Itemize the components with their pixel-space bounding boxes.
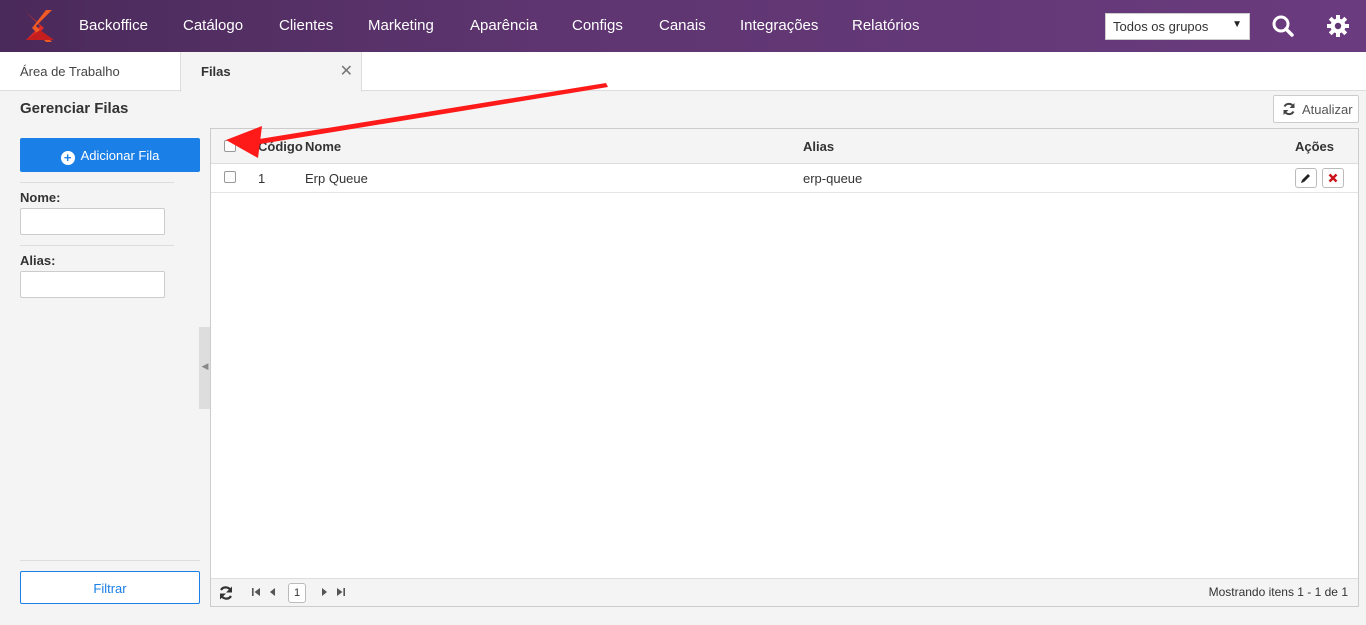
add-queue-label: Adicionar Fila (80, 148, 160, 163)
search-icon[interactable] (1270, 13, 1296, 39)
row-checkbox[interactable] (224, 171, 236, 183)
nav-backoffice[interactable]: Backoffice (79, 17, 148, 34)
nav-configs[interactable]: Configs (572, 17, 623, 34)
nav-clientes[interactable]: Clientes (279, 17, 333, 34)
column-acoes: Ações (1295, 139, 1335, 154)
filter-button[interactable]: Filtrar (20, 571, 200, 604)
refresh-icon (1283, 102, 1295, 116)
select-all-checkbox[interactable] (224, 140, 236, 152)
caret-down-icon: ▼ (1232, 19, 1242, 30)
gear-icon[interactable] (1325, 13, 1351, 39)
tab-filas[interactable]: Filas ✕ (180, 52, 362, 92)
nav-canais[interactable]: Canais (659, 17, 706, 34)
column-nome[interactable]: Nome (305, 139, 341, 154)
column-codigo[interactable]: Código (258, 139, 303, 154)
nav-marketing[interactable]: Marketing (368, 17, 434, 34)
close-icon[interactable]: ✕ (340, 61, 353, 81)
grid-footer: 1 Mostrando itens 1 - 1 de 1 (211, 578, 1358, 606)
cell-alias: erp-queue (803, 171, 863, 186)
last-page-icon[interactable] (336, 587, 345, 597)
pencil-icon (1301, 174, 1310, 183)
divider (20, 560, 200, 561)
group-select-value: Todos os grupos (1113, 19, 1209, 34)
cell-codigo: 1 (258, 171, 266, 186)
page-title: Gerenciar Filas (20, 100, 129, 117)
nav-aparencia[interactable]: Aparência (470, 17, 538, 34)
nav-relatorios[interactable]: Relatórios (852, 17, 920, 34)
group-select[interactable]: Todos os grupos ▼ (1105, 13, 1250, 40)
grid-header: Código Nome Alias Ações (211, 129, 1358, 164)
alias-input[interactable] (20, 271, 165, 298)
queues-grid: Código Nome Alias Ações 1 Erp Queue erp-… (210, 128, 1359, 607)
delete-icon (1328, 173, 1338, 183)
nav-catalogo[interactable]: Catálogo (183, 17, 243, 34)
pagination-info: Mostrando itens 1 - 1 de 1 (1208, 585, 1348, 599)
tab-bar: Área de Trabalho Filas ✕ (0, 52, 1366, 92)
current-page[interactable]: 1 (288, 583, 306, 603)
plus-circle-icon: + (60, 151, 75, 165)
refresh-button[interactable]: Atualizar (1273, 95, 1359, 123)
table-row[interactable]: 1 Erp Queue erp-queue (211, 164, 1358, 193)
tab-filas-label: Filas (201, 64, 231, 79)
tab-area-de-trabalho[interactable]: Área de Trabalho (0, 52, 140, 91)
next-page-icon[interactable] (321, 587, 328, 597)
delete-button[interactable] (1322, 168, 1344, 188)
add-queue-button[interactable]: + Adicionar Fila (20, 138, 200, 172)
column-alias[interactable]: Alias (803, 139, 834, 154)
previous-page-icon[interactable] (269, 587, 276, 597)
edit-button[interactable] (1295, 168, 1317, 188)
cell-nome: Erp Queue (305, 171, 368, 186)
divider (20, 182, 174, 183)
reload-icon[interactable] (218, 585, 234, 601)
first-page-icon[interactable] (252, 587, 261, 597)
app-logo-icon[interactable] (22, 8, 58, 44)
divider (20, 245, 174, 246)
name-label: Nome: (20, 190, 61, 205)
refresh-label: Atualizar (1302, 102, 1353, 117)
alias-label: Alias: (20, 253, 56, 268)
name-input[interactable] (20, 208, 165, 235)
top-navbar: Backoffice Catálogo Clientes Marketing A… (0, 0, 1366, 52)
nav-integracoes[interactable]: Integrações (740, 17, 818, 34)
